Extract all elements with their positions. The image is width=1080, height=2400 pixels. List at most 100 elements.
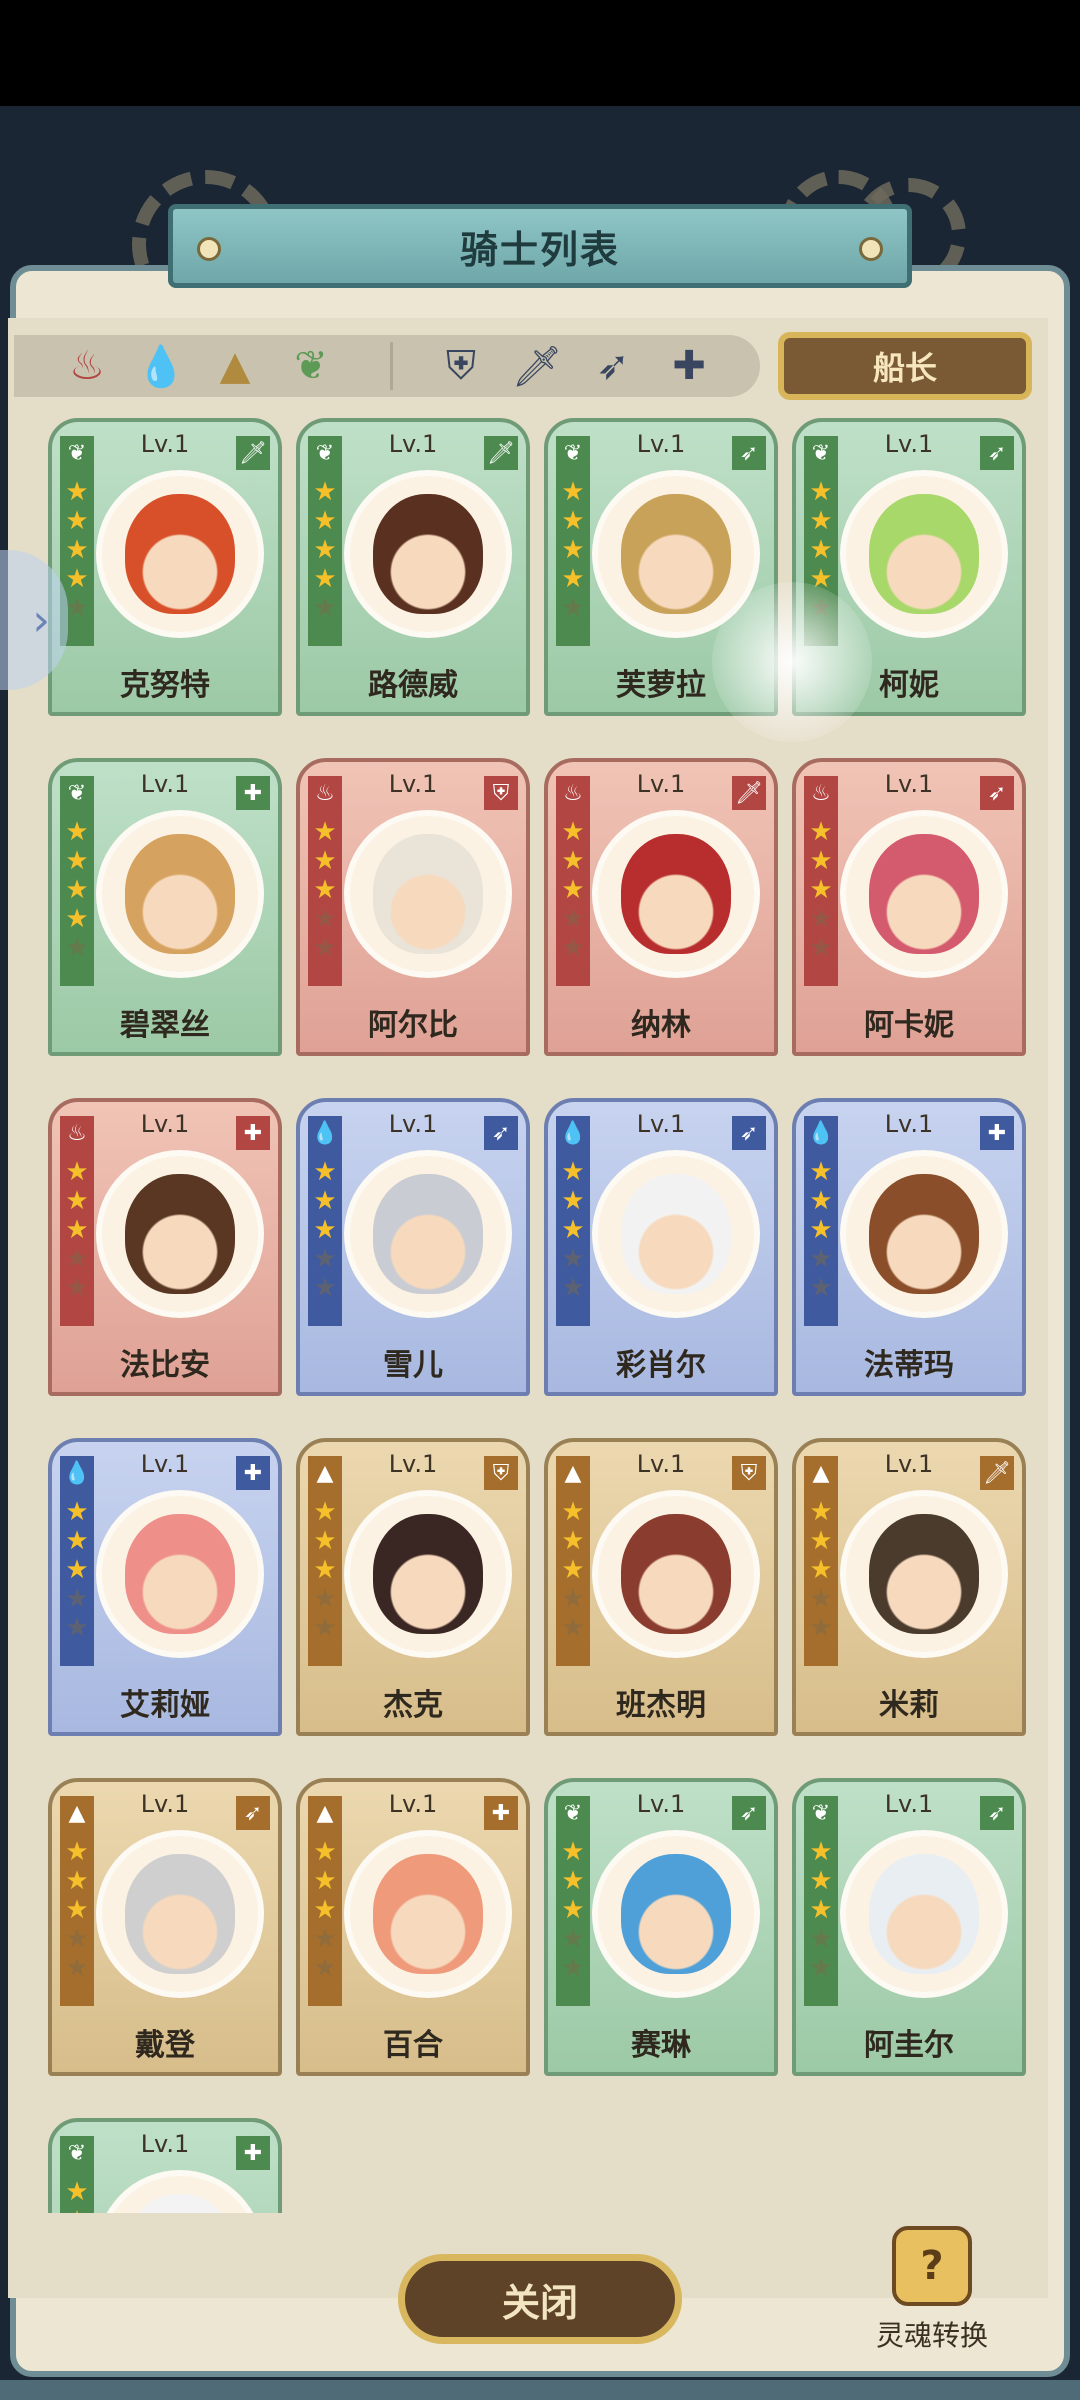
star-icon: ★ <box>65 1215 89 1245</box>
knight-name: 彩肖尔 <box>616 1348 706 1383</box>
star-icon: ★ <box>65 1555 89 1585</box>
star-icon: ★ <box>313 1924 337 1954</box>
knight-card[interactable]: ♨ ★ ★ ★ ★ ★ Lv.1 ➶ 阿卡妮 <box>792 758 1026 1056</box>
star-rating: ★★★★★ <box>806 1158 836 1303</box>
star-icon: ★ <box>561 1555 585 1585</box>
bow-class-icon: ➶ <box>732 436 766 470</box>
bow-class-icon: ➶ <box>980 776 1014 810</box>
star-icon: ★ <box>65 1497 89 1527</box>
support-class-filter-icon[interactable]: ✚ <box>660 337 718 395</box>
filter-bar <box>14 335 760 397</box>
water-element-filter-icon[interactable]: 💧 <box>132 337 190 395</box>
knight-card[interactable]: ❦ ★ ★ ★ ★ ★ Lv.1 🗡 克努特 <box>48 418 282 716</box>
knight-avatar <box>621 1174 731 1294</box>
support-class-icon: ✚ <box>484 1796 518 1830</box>
support-class-icon: ✚ <box>236 776 270 810</box>
knight-name: 赛琳 <box>631 2028 691 2063</box>
bow-class-icon: ➶ <box>980 1796 1014 1830</box>
knight-portrait <box>96 2170 264 2213</box>
star-rating: ★★★★★ <box>558 478 588 623</box>
knight-avatar <box>373 1174 483 1294</box>
star-rating: ★★★★★ <box>62 1498 92 1643</box>
star-icon: ★ <box>809 1953 833 1983</box>
knight-portrait <box>592 1150 760 1318</box>
knight-card[interactable]: 💧 ★ ★ ★ ★ ★ Lv.1 ✚ 法蒂玛 <box>792 1098 1026 1396</box>
shield-class-icon: ⛨ <box>732 1456 766 1490</box>
shield-class-icon: ⛨ <box>484 776 518 810</box>
fire-element-filter-icon[interactable]: ♨ <box>58 337 116 395</box>
knight-name: 阿圭尔 <box>864 2028 954 2063</box>
earth-element-filter-icon[interactable]: ▲ <box>206 337 264 395</box>
star-icon: ★ <box>561 1895 585 1925</box>
knight-card[interactable]: ♨ ★ ★ ★ ★ ★ Lv.1 ⛨ 阿尔比 <box>296 758 530 1056</box>
star-icon: ★ <box>65 1866 89 1896</box>
knight-card[interactable]: 💧 ★ ★ ★ ★ ★ Lv.1 ✚ 艾莉娅 <box>48 1438 282 1736</box>
star-rating: ★★★★★ <box>558 1838 588 1983</box>
knight-name: 杰克 <box>383 1688 443 1723</box>
knight-card[interactable]: ❦ ★ ★ ★ ★ ★ Lv.1 ➶ 赛琳 <box>544 1778 778 2076</box>
knight-avatar <box>621 1514 731 1634</box>
star-icon: ★ <box>65 477 89 507</box>
star-icon: ★ <box>809 506 833 536</box>
knight-card[interactable]: ▲ ★ ★ ★ ★ ★ Lv.1 ✚ 百合 <box>296 1778 530 2076</box>
star-rating: ★★★★★ <box>62 1158 92 1303</box>
star-icon: ★ <box>65 506 89 536</box>
soul-convert-icon: ? <box>892 2226 972 2306</box>
star-icon: ★ <box>65 1924 89 1954</box>
knight-card[interactable]: ❦ ★ ★ ★ ★ ★ Lv.1 ✚ 碧翠丝 <box>48 758 282 1056</box>
star-icon: ★ <box>809 1837 833 1867</box>
knight-card[interactable]: ❦ ★ ★ ★ ★ ★ Lv.1 🗡 路德威 <box>296 418 530 716</box>
knight-portrait <box>96 1490 264 1658</box>
knight-card[interactable]: ❦★★★★★Lv.1✚ <box>48 2118 282 2213</box>
star-icon: ★ <box>809 1497 833 1527</box>
star-icon: ★ <box>561 1157 585 1187</box>
knight-portrait <box>344 1490 512 1658</box>
soul-convert-button[interactable]: ? 灵魂转换 <box>872 2226 992 2358</box>
knight-card[interactable]: ❦ ★ ★ ★ ★ ★ Lv.1 ➶ 阿圭尔 <box>792 1778 1026 2076</box>
knight-card[interactable]: ▲ ★ ★ ★ ★ ★ Lv.1 ⛨ 班杰明 <box>544 1438 778 1736</box>
shield-class-filter-icon[interactable]: ⛨ <box>432 337 490 395</box>
star-icon: ★ <box>65 1157 89 1187</box>
knight-name: 雪儿 <box>383 1348 443 1383</box>
star-icon: ★ <box>313 1837 337 1867</box>
star-icon: ★ <box>809 535 833 565</box>
star-icon: ★ <box>561 1244 585 1274</box>
knight-name: 纳林 <box>631 1008 691 1043</box>
knight-card[interactable]: ♨ ★ ★ ★ ★ ★ Lv.1 🗡 纳林 <box>544 758 778 1056</box>
nature-element-filter-icon[interactable]: ❦ <box>282 337 340 395</box>
sword-class-filter-icon[interactable]: 🗡 <box>508 337 566 395</box>
sword-class-icon: 🗡 <box>732 776 766 810</box>
bow-class-filter-icon[interactable]: ➶ <box>584 337 642 395</box>
star-icon: ★ <box>65 904 89 934</box>
star-icon: ★ <box>809 1215 833 1245</box>
knight-avatar <box>869 1514 979 1634</box>
knight-name: 碧翠丝 <box>120 1008 210 1043</box>
knight-avatar <box>125 1174 235 1294</box>
knight-card[interactable]: ♨ ★ ★ ★ ★ ★ Lv.1 ✚ 法比安 <box>48 1098 282 1396</box>
star-icon: ★ <box>809 1273 833 1303</box>
star-icon: ★ <box>561 1924 585 1954</box>
star-rating: ★★★★★ <box>310 818 340 963</box>
captain-button[interactable]: 船长 <box>778 332 1032 400</box>
knight-portrait <box>96 810 264 978</box>
star-icon: ★ <box>313 904 337 934</box>
knight-card[interactable]: ▲ ★ ★ ★ ★ ★ Lv.1 🗡 米莉 <box>792 1438 1026 1736</box>
knight-name: 阿卡妮 <box>864 1008 954 1043</box>
star-icon: ★ <box>809 1584 833 1614</box>
star-icon: ★ <box>561 1613 585 1643</box>
knight-card[interactable]: 💧 ★ ★ ★ ★ ★ Lv.1 ➶ 雪儿 <box>296 1098 530 1396</box>
knight-card[interactable]: ▲ ★ ★ ★ ★ ★ Lv.1 ➶ 戴登 <box>48 1778 282 2076</box>
star-icon: ★ <box>561 1584 585 1614</box>
close-button[interactable]: 关闭 <box>398 2254 682 2344</box>
knight-avatar <box>373 1854 483 1974</box>
star-rating: ★★★★★ <box>806 818 836 963</box>
knight-card[interactable]: 💧 ★ ★ ★ ★ ★ Lv.1 ➶ 彩肖尔 <box>544 1098 778 1396</box>
star-icon: ★ <box>65 564 89 594</box>
star-rating: ★★★★★ <box>310 1498 340 1643</box>
star-icon: ★ <box>313 593 337 623</box>
star-icon: ★ <box>313 1953 337 1983</box>
star-icon: ★ <box>313 1613 337 1643</box>
knight-portrait <box>344 810 512 978</box>
shield-class-icon: ⛨ <box>484 1456 518 1490</box>
knight-card[interactable]: ▲ ★ ★ ★ ★ ★ Lv.1 ⛨ 杰克 <box>296 1438 530 1736</box>
